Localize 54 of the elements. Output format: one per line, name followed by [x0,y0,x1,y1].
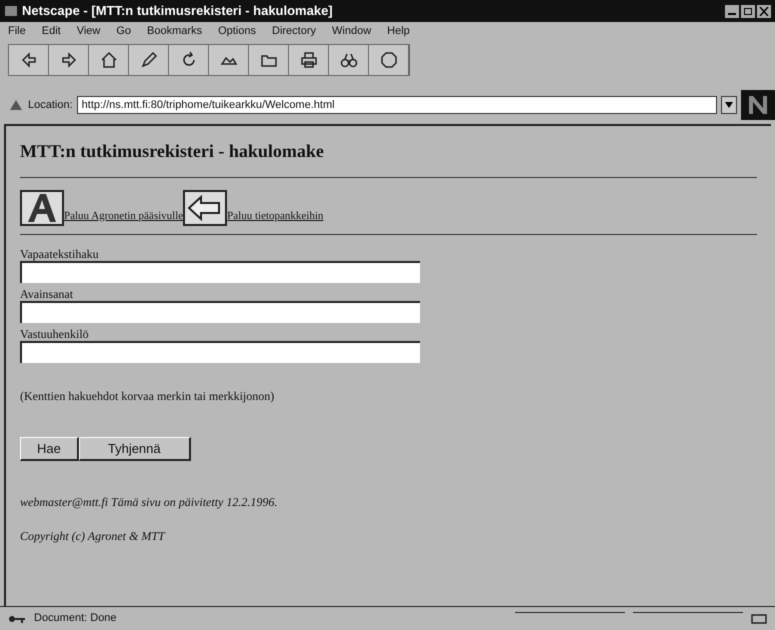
search-note: (Kenttien hakuehdot korvaa merkin tai merkkijonon) [20,388,276,405]
stop-icon [378,50,398,70]
printer-icon [298,50,318,70]
bookmark-icon [8,98,24,112]
page-heading: MTT:n tutkimusrekisteri - hakulomake [20,140,325,163]
menu-item[interactable]: Options [218,22,256,40]
home-icon [98,50,118,70]
search-button[interactable]: Hae [20,437,79,461]
pencil-icon [138,50,158,70]
clear-button[interactable]: Tyhjennä [78,437,191,461]
field-label: Avainsanat [20,287,74,301]
printer-button[interactable] [289,45,329,75]
nav-link[interactable]: Paluu tietopankkeihin [227,208,324,224]
images-button[interactable] [209,45,249,75]
field-label: Vapaatekstihaku [20,247,100,261]
nav-link[interactable]: Paluu Agronetin pääsivulle [64,208,184,224]
maximize-button[interactable] [741,4,755,18]
left-arrow-button[interactable] [9,45,49,75]
footer-text: Copyright (c) Agronet & MTT [20,528,166,545]
input-field[interactable] [20,341,420,363]
location-field[interactable]: http://ns.mtt.fi:80/triphome/tuikearkku/Welcome.html [76,96,717,114]
open-button[interactable] [249,45,289,75]
menu-item[interactable]: Window [332,22,372,40]
field-label: Vastuuhenkilö [20,327,90,341]
minimize-button[interactable] [725,4,739,18]
minimize-icon [728,12,736,14]
app-icon [4,4,18,18]
pencil-button[interactable] [129,45,169,75]
input-field[interactable] [20,261,420,283]
home-button[interactable] [89,45,129,75]
letter-a-icon [20,190,64,226]
footer-text: webmaster@mtt.fi Tämä sivu on päivitetty 12.2.1996. [20,494,278,511]
location-label: Location: [28,98,73,113]
menu-item[interactable]: Edit [42,22,61,40]
logo-icon [741,90,775,120]
binoculars-button[interactable] [329,45,369,75]
status-text: Document: Done [34,611,117,626]
menu-item[interactable]: View [76,22,100,40]
menu-item[interactable]: Go [116,22,132,40]
input-field[interactable] [20,301,420,323]
mail-icon [751,614,767,624]
dropdown-button[interactable] [721,96,737,114]
close-icon [759,6,769,16]
close-button[interactable] [757,4,771,18]
menu-item[interactable]: File [8,22,26,40]
caret-icon [725,102,733,108]
window-title: Netscape - [MTT:n tutkimusrekisteri - hakulomake] [22,2,333,20]
reload-button[interactable] [169,45,209,75]
menu-item[interactable]: Directory [272,22,316,40]
menu-item[interactable]: Help [387,22,410,40]
right-arrow-button[interactable] [49,45,89,75]
stop-button[interactable] [369,45,409,75]
maximize-icon [743,6,753,16]
menu-item[interactable]: Bookmarks [147,22,202,40]
